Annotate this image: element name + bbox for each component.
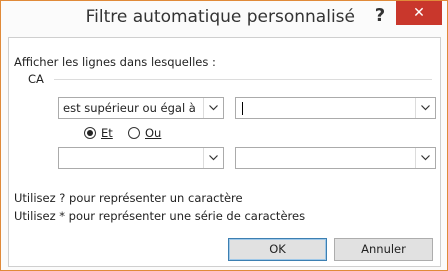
field-name-label: CA (28, 72, 44, 86)
text-cursor (242, 102, 243, 115)
dialog-title: Filtre automatique personnalisé (85, 7, 355, 27)
custom-autofilter-dialog: Filtre automatique personnalisé ? ✕ Affi… (0, 0, 448, 271)
help-button[interactable]: ? (365, 3, 395, 29)
and-radio[interactable] (84, 127, 96, 139)
radio-selected-dot (87, 130, 93, 136)
condition1-operator-value: est supérieur ou égal à (63, 101, 196, 115)
chevron-down-icon[interactable] (415, 148, 435, 168)
chevron-down-icon[interactable] (203, 98, 223, 118)
title-bar: Filtre automatique personnalisé ? ✕ (1, 1, 447, 35)
cancel-button[interactable]: Annuler (334, 238, 433, 261)
condition2-operator-select[interactable] (58, 147, 224, 169)
chevron-down-icon[interactable] (203, 148, 223, 168)
dialog-content: Afficher les lignes dans lesquelles : CA… (8, 37, 441, 267)
field-separator (54, 79, 432, 80)
close-icon: ✕ (413, 5, 425, 21)
condition1-operator-select[interactable]: est supérieur ou égal à (58, 97, 224, 119)
condition2-value-combobox[interactable] (235, 147, 436, 169)
or-radio[interactable] (128, 127, 140, 139)
or-label[interactable]: Ou (145, 126, 161, 140)
and-label[interactable]: Et (101, 126, 113, 140)
close-button[interactable]: ✕ (396, 1, 442, 25)
hint-char-series: Utilisez * pour représenter une série de… (14, 209, 306, 223)
hint-single-char: Utilisez ? pour représenter un caractère (14, 191, 243, 205)
chevron-down-icon[interactable] (415, 98, 435, 118)
intro-label: Afficher les lignes dans lesquelles : (14, 55, 216, 69)
ok-button[interactable]: OK (228, 238, 327, 261)
condition1-value-combobox[interactable] (235, 97, 436, 119)
